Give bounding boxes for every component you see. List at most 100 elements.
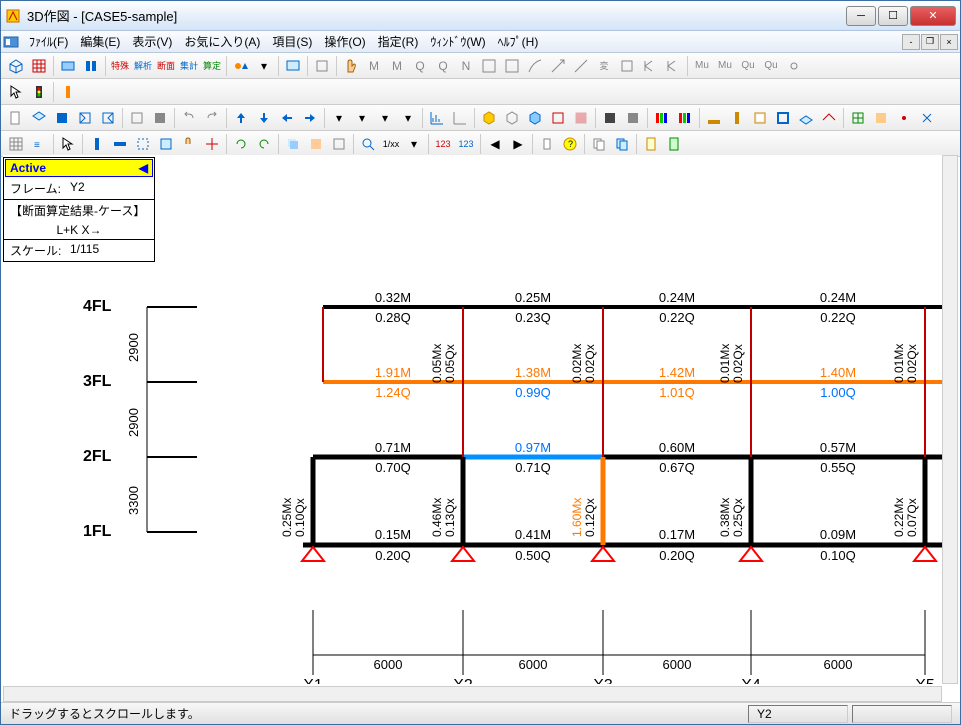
- screen-icon[interactable]: [282, 55, 304, 77]
- menu-assign[interactable]: 指定(R): [372, 30, 425, 53]
- zoomdd-icon[interactable]: ▾: [403, 133, 425, 155]
- qu2-icon[interactable]: Qu: [760, 55, 782, 77]
- calc-icon[interactable]: 算定: [201, 55, 223, 77]
- m2-icon[interactable]: M: [386, 55, 408, 77]
- next-icon[interactable]: ▶: [507, 133, 529, 155]
- floor-icon[interactable]: [703, 107, 725, 129]
- left-icon[interactable]: [276, 107, 298, 129]
- minimize-button[interactable]: ─: [846, 6, 876, 26]
- maximize-button[interactable]: ☐: [878, 6, 908, 26]
- mdi-restore[interactable]: ❐: [921, 34, 939, 50]
- col-icon[interactable]: [57, 81, 79, 103]
- menu-file[interactable]: ﾌｧｲﾙ(F): [23, 30, 74, 53]
- rot2-icon[interactable]: [253, 133, 275, 155]
- pointer2-icon[interactable]: [5, 81, 27, 103]
- mu2-icon[interactable]: Mu: [714, 55, 736, 77]
- prev-icon[interactable]: ◀: [484, 133, 506, 155]
- frame-icon[interactable]: [772, 107, 794, 129]
- help-icon[interactable]: ?: [559, 133, 581, 155]
- nav2dd-icon[interactable]: ▾: [351, 107, 373, 129]
- dot-icon[interactable]: [893, 107, 915, 129]
- close-button[interactable]: ✕: [910, 6, 956, 26]
- selcol-icon[interactable]: [86, 133, 108, 155]
- mdi-minimize[interactable]: -: [902, 34, 920, 50]
- solid1-icon[interactable]: [599, 107, 621, 129]
- mu-icon[interactable]: Mu: [691, 55, 713, 77]
- zoom-icon[interactable]: [357, 133, 379, 155]
- menu-help[interactable]: ﾍﾙﾌﾟ(H): [492, 30, 545, 53]
- pointer-icon[interactable]: [57, 133, 79, 155]
- opening-icon[interactable]: [749, 107, 771, 129]
- side-icon[interactable]: [74, 107, 96, 129]
- drawing-canvas[interactable]: Active ◀ フレーム: Y2 【断面算定結果-ケース】 L+K X→ スケ…: [3, 155, 942, 684]
- elev-icon[interactable]: [80, 55, 102, 77]
- pan-icon[interactable]: [178, 133, 200, 155]
- dropdown-icon[interactable]: ▾: [253, 55, 275, 77]
- lyr3-icon[interactable]: [328, 133, 350, 155]
- grid-icon[interactable]: [28, 55, 50, 77]
- cube2-icon[interactable]: [501, 107, 523, 129]
- mesh-icon[interactable]: [847, 107, 869, 129]
- undo-icon[interactable]: [178, 107, 200, 129]
- roof-icon[interactable]: [818, 107, 840, 129]
- rect-icon[interactable]: [311, 55, 333, 77]
- num-icon[interactable]: 123: [432, 133, 454, 155]
- menu-edit[interactable]: 編集(E): [74, 30, 126, 53]
- zoomfit-icon[interactable]: 1/xx: [380, 133, 402, 155]
- deform-icon[interactable]: [524, 55, 546, 77]
- new-icon[interactable]: [5, 107, 27, 129]
- hand-icon[interactable]: [340, 55, 362, 77]
- menu-item[interactable]: 項目(S): [266, 30, 318, 53]
- text-icon[interactable]: ≡: [28, 133, 50, 155]
- info-icon[interactable]: [536, 133, 558, 155]
- k1-icon[interactable]: [639, 55, 661, 77]
- cube-icon[interactable]: [478, 107, 500, 129]
- diag-icon[interactable]: [570, 55, 592, 77]
- lyr-icon[interactable]: [282, 133, 304, 155]
- doc2-icon[interactable]: [663, 133, 685, 155]
- plan2-icon[interactable]: [97, 107, 119, 129]
- nav3dd-icon[interactable]: ▾: [374, 107, 396, 129]
- section-icon[interactable]: 断面: [155, 55, 177, 77]
- menu-favorite[interactable]: お気に入り(A): [178, 30, 266, 53]
- copy-icon[interactable]: [588, 133, 610, 155]
- solid2-icon[interactable]: [622, 107, 644, 129]
- pick-icon[interactable]: [126, 107, 148, 129]
- view3d-icon[interactable]: [28, 107, 50, 129]
- plan-icon[interactable]: [57, 55, 79, 77]
- n-icon[interactable]: N: [455, 55, 477, 77]
- sec-icon[interactable]: 変: [593, 55, 615, 77]
- m-icon[interactable]: M: [363, 55, 385, 77]
- mdi-close[interactable]: ×: [940, 34, 958, 50]
- nav4dd-icon[interactable]: ▾: [397, 107, 419, 129]
- front-icon[interactable]: [51, 107, 73, 129]
- k2-icon[interactable]: [662, 55, 684, 77]
- shapes-icon[interactable]: [230, 55, 252, 77]
- selbox-icon[interactable]: [132, 133, 154, 155]
- doc-icon[interactable]: [640, 133, 662, 155]
- selbeam-icon[interactable]: [109, 133, 131, 155]
- rgb1-icon[interactable]: [651, 107, 673, 129]
- traffic-icon[interactable]: [28, 81, 50, 103]
- chart-icon[interactable]: [426, 107, 448, 129]
- right-icon[interactable]: [299, 107, 321, 129]
- matrix-icon[interactable]: [5, 133, 27, 155]
- scrollbar-vertical[interactable]: [942, 155, 958, 684]
- navdd-icon[interactable]: ▾: [328, 107, 350, 129]
- combo-icon[interactable]: [478, 55, 500, 77]
- qu-icon[interactable]: Qu: [737, 55, 759, 77]
- sel-icon[interactable]: [149, 107, 171, 129]
- cube4-icon[interactable]: [547, 107, 569, 129]
- wall-icon[interactable]: [726, 107, 748, 129]
- combo2-icon[interactable]: [501, 55, 523, 77]
- scrollbar-horizontal[interactable]: [3, 686, 942, 702]
- slab-icon[interactable]: [795, 107, 817, 129]
- cube5-icon[interactable]: [570, 107, 592, 129]
- menu-window[interactable]: ｳｨﾝﾄﾞｳ(W): [424, 30, 491, 53]
- cube3-icon[interactable]: [524, 107, 546, 129]
- hinge-icon[interactable]: [783, 55, 805, 77]
- lyr2-icon[interactable]: [305, 133, 327, 155]
- rot-icon[interactable]: [230, 133, 252, 155]
- menu-view[interactable]: 表示(V): [126, 30, 178, 53]
- move-icon[interactable]: [201, 133, 223, 155]
